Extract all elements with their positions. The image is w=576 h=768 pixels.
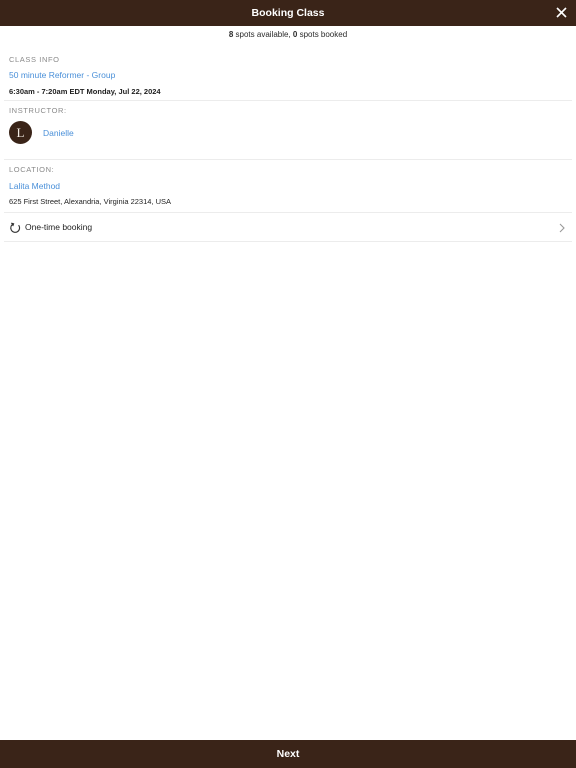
chevron-right-icon (558, 221, 566, 233)
class-datetime: 6:30am - 7:20am EDT Monday, Jul 22, 2024 (9, 87, 161, 96)
next-button[interactable]: Next (0, 740, 576, 768)
availability-summary: 8 spots available, 0 spots booked (0, 30, 576, 39)
instructor-label: INSTRUCTOR: (9, 106, 67, 115)
next-button-label: Next (276, 748, 300, 760)
close-icon[interactable] (552, 3, 570, 21)
class-info-section: CLASS INFO 50 minute Reformer - Group 6:… (4, 50, 572, 101)
location-section: LOCATION: Lalita Method 625 First Street… (4, 160, 572, 213)
avatar[interactable]: L (9, 121, 32, 144)
location-name-link[interactable]: Lalita Method (9, 181, 60, 191)
spots-booked-text: spots booked (297, 30, 348, 39)
location-label: LOCATION: (9, 165, 55, 174)
instructor-name-link[interactable]: Danielle (43, 128, 74, 138)
top-bar: Booking Class (0, 0, 576, 26)
booking-type-label: One-time booking (25, 222, 93, 232)
avatar-letter: L (16, 124, 25, 140)
spots-available-text: spots available, (233, 30, 293, 39)
page-title: Booking Class (251, 7, 325, 19)
class-name-link[interactable]: 50 minute Reformer - Group (9, 70, 115, 80)
location-address: 625 First Street, Alexandria, Virginia 2… (9, 197, 172, 206)
repeat-icon (9, 221, 21, 233)
class-info-label: CLASS INFO (9, 55, 60, 64)
instructor-section: INSTRUCTOR: L Danielle (4, 101, 572, 160)
booking-type-row[interactable]: One-time booking (4, 213, 572, 242)
